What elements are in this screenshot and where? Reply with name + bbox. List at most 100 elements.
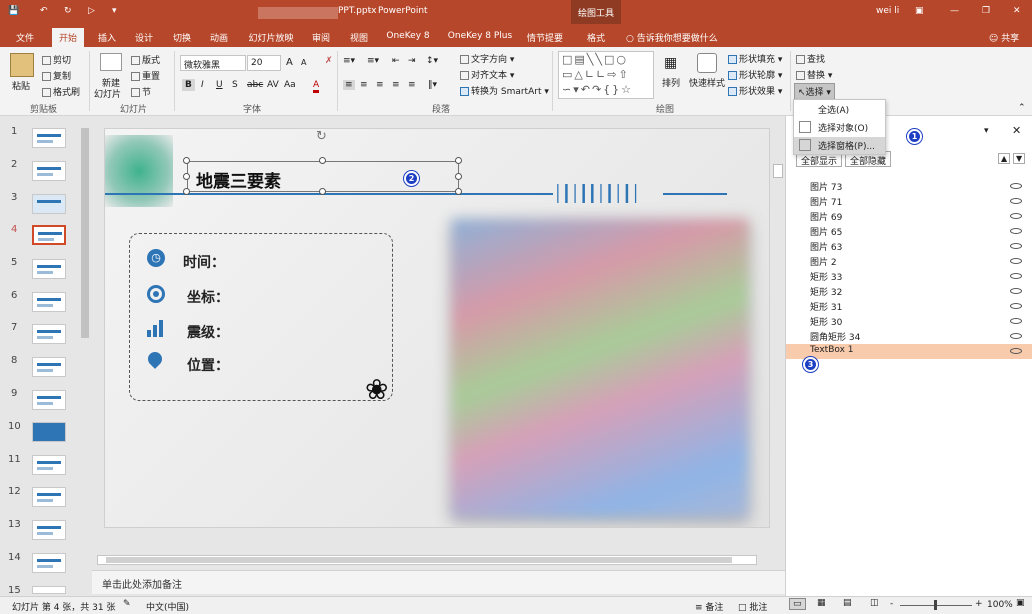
resize-handle[interactable] — [455, 173, 462, 180]
resize-handle[interactable] — [455, 188, 462, 195]
char-spacing-button[interactable]: AV — [267, 80, 279, 90]
decrease-indent-button[interactable]: ⇤ — [392, 56, 400, 66]
close-icon[interactable]: ✕ — [1013, 6, 1021, 16]
slide-thumbnail-8[interactable] — [32, 357, 66, 377]
slide-thumbnail-12[interactable] — [32, 487, 66, 507]
slide-thumbnail-15[interactable] — [32, 586, 66, 594]
user-name[interactable]: wei li — [876, 6, 899, 16]
tab-home[interactable]: 开始 — [52, 28, 84, 47]
paste-icon[interactable] — [10, 53, 34, 77]
zoom-level[interactable]: 100% — [987, 600, 1013, 610]
slide-thumbnail-3[interactable] — [32, 194, 66, 214]
slide-thumbnail-11[interactable] — [32, 455, 66, 475]
notes-placeholder[interactable]: 单击此处添加备注 — [102, 576, 182, 591]
tab-format[interactable]: 格式 — [580, 28, 612, 47]
slide-thumbnail-7[interactable] — [32, 324, 66, 344]
quick-styles-icon[interactable] — [697, 53, 717, 73]
format-painter-button[interactable]: 格式刷 — [42, 85, 80, 98]
tab-transitions[interactable]: 切换 — [167, 28, 197, 47]
layer-row[interactable]: 图片 63 — [786, 239, 1032, 254]
shapes-gallery[interactable]: □▤╲╲□○ ▭△∟∟⇨⇧ ∽▾↶↷{}☆ — [558, 51, 654, 99]
blurred-logo-image[interactable] — [105, 135, 173, 207]
eye-icon[interactable] — [1010, 243, 1022, 249]
fit-to-window-icon[interactable]: ▣ — [1016, 598, 1025, 608]
layer-row[interactable]: 图片 65 — [786, 224, 1032, 239]
slide-thumbnail-14[interactable] — [32, 553, 66, 573]
layer-row[interactable]: 矩形 30 — [786, 314, 1032, 329]
find-button[interactable]: 查找 — [796, 52, 825, 65]
start-from-beginning-icon[interactable]: ▷ — [88, 6, 95, 16]
spell-check-icon[interactable]: ✎ — [123, 599, 131, 609]
distributed-button[interactable]: ≡ — [408, 80, 416, 90]
arrange-button[interactable]: 排列 — [662, 76, 680, 89]
menu-item-select-all[interactable]: 全选(A) — [794, 101, 885, 118]
notes-pane[interactable]: 单击此处添加备注 — [92, 570, 785, 594]
language-indicator[interactable]: 中文(中国) — [146, 600, 189, 613]
layer-row[interactable]: 矩形 33 — [786, 269, 1032, 284]
font-size-dropdown[interactable]: 20 — [247, 55, 281, 71]
eye-icon[interactable] — [1010, 348, 1022, 354]
collapse-ribbon-icon[interactable]: ⌃ — [1018, 103, 1026, 113]
butterfly-icon[interactable]: ❀ — [365, 373, 388, 406]
font-color-button[interactable]: A — [313, 80, 320, 93]
tab-animations[interactable]: 动画 — [204, 28, 234, 47]
eye-icon[interactable] — [1010, 258, 1022, 264]
strikethrough-button[interactable]: abc — [247, 80, 263, 90]
replace-button[interactable]: 替换 ▾ — [796, 68, 832, 81]
shadow-button[interactable]: S — [232, 80, 238, 90]
tab-onekey8[interactable]: OneKey 8 — [382, 28, 434, 47]
slide-thumbnail-4[interactable] — [32, 225, 66, 245]
layer-row[interactable]: 图片 69 — [786, 209, 1032, 224]
resize-handle[interactable] — [319, 157, 326, 164]
font-name-dropdown[interactable]: 微软雅黑 — [180, 55, 246, 71]
save-icon[interactable]: 💾 — [8, 6, 19, 16]
eye-icon[interactable] — [1010, 213, 1022, 219]
slide-thumbnail-10[interactable] — [32, 422, 66, 442]
cut-button[interactable]: 剪切 — [42, 53, 71, 66]
resize-handle[interactable] — [183, 188, 190, 195]
new-slide-label-2[interactable]: 幻灯片 — [94, 87, 121, 100]
eye-icon[interactable] — [1010, 198, 1022, 204]
align-right-button[interactable]: ≡ — [376, 80, 384, 90]
zoom-in-button[interactable]: + — [975, 599, 983, 609]
resize-handle[interactable] — [183, 173, 190, 180]
tab-view[interactable]: 视图 — [344, 28, 374, 47]
slide-canvas[interactable]: │┃│┃┃│┃│┃│ 地震三要素 ↻ ◷ 时间： 坐标： 震级： 位置： ❀ — [104, 128, 770, 528]
eye-icon[interactable] — [1010, 318, 1022, 324]
layer-row[interactable]: 图片 2 — [786, 254, 1032, 269]
section-button[interactable]: 节 — [131, 85, 151, 98]
editor-scroll-thumb[interactable] — [773, 164, 783, 178]
tab-design[interactable]: 设计 — [129, 28, 159, 47]
layer-row[interactable]: 矩形 32 — [786, 284, 1032, 299]
resize-handle[interactable] — [455, 157, 462, 164]
smartart-button[interactable]: 转换为 SmartArt ▾ — [460, 84, 549, 97]
pane-close-icon[interactable]: ✕ — [1012, 124, 1021, 137]
minimize-icon[interactable]: — — [950, 6, 959, 16]
layer-row[interactable]: 矩形 31 — [786, 299, 1032, 314]
resize-handle[interactable] — [183, 157, 190, 164]
info-box[interactable] — [129, 233, 393, 401]
eye-icon[interactable] — [1010, 273, 1022, 279]
menu-item-selection-pane[interactable]: 选择窗格(P)... — [794, 137, 885, 154]
new-slide-icon[interactable] — [100, 53, 122, 71]
blurred-map-image[interactable] — [452, 219, 748, 517]
ribbon-display-options-icon[interactable]: ▣ — [915, 6, 924, 16]
horizontal-scroll-thumb[interactable] — [106, 557, 732, 563]
layer-row[interactable]: 圆角矩形 34 — [786, 329, 1032, 344]
layer-row-selected[interactable]: TextBox 1 — [786, 344, 1032, 359]
send-backward-icon[interactable]: ▼ — [1013, 153, 1026, 164]
slide-thumbnail-9[interactable] — [32, 390, 66, 410]
eye-icon[interactable] — [1010, 333, 1022, 339]
quick-styles-button[interactable]: 快速样式 — [689, 76, 725, 89]
notes-toggle[interactable]: ≡ 备注 — [695, 600, 723, 613]
resize-handle[interactable] — [319, 188, 326, 195]
tab-storyboard[interactable]: 情节提要 — [522, 28, 568, 47]
customize-qat-icon[interactable]: ▾ — [112, 6, 117, 16]
slide-thumbnail-5[interactable] — [32, 259, 66, 279]
scroll-thumb[interactable] — [81, 128, 89, 338]
redo-icon[interactable]: ↻ — [64, 6, 72, 16]
undo-icon[interactable]: ↶ — [40, 6, 48, 16]
tab-insert[interactable]: 插入 — [92, 28, 122, 47]
slideshow-icon[interactable]: ◫ — [870, 598, 879, 608]
italic-button[interactable]: I — [201, 80, 204, 90]
